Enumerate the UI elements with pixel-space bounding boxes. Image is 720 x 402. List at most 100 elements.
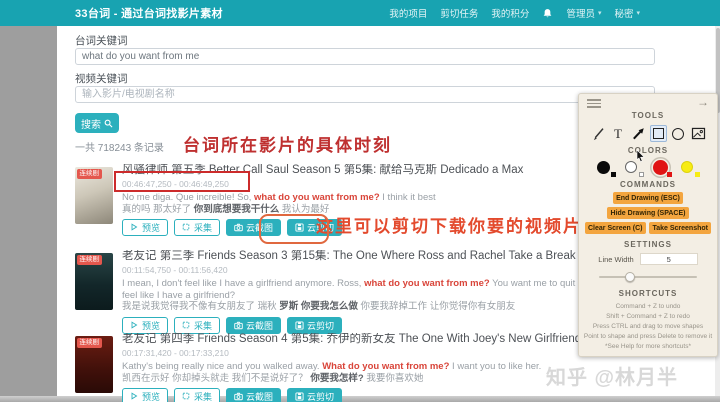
settings-section-title: SETTINGS [623, 240, 672, 249]
video-keyword-label: 视频关键词 [75, 73, 128, 85]
nav-my-points[interactable]: 我的积分 [491, 6, 529, 20]
notifications-button[interactable] [542, 8, 553, 19]
collect-icon [182, 392, 191, 401]
collect-button[interactable]: 采集 [174, 316, 221, 334]
camera-icon [234, 321, 243, 330]
annotation-red-rectangle [114, 171, 250, 192]
app-header: 33台词 - 通过台词找影片素材 我的项目 剪切任务 我的积分 管理员 ▾ 秘密… [0, 0, 720, 26]
header-nav: 我的项目 剪切任务 我的积分 管理员 ▾ 秘密 ▾ [389, 6, 640, 20]
preview-button[interactable]: 预览 [122, 316, 169, 334]
shortcuts-list: Command + Z to undo Shift + Command + Z … [579, 302, 717, 352]
series-badge: 连续剧 [77, 255, 102, 265]
panel-header: → [579, 94, 717, 109]
matched-phrase-cn: 你要我怎样? [310, 372, 364, 384]
matched-phrase-cn: 你到底想要我干什么 [193, 203, 280, 215]
arrow-tool[interactable] [630, 125, 647, 142]
cloud-screenshot-button[interactable]: 云截图 [226, 316, 282, 334]
chevron-down-icon: ▾ [636, 10, 640, 17]
annotation-timecode-note: 台词所在影片的具体时刻 [183, 136, 392, 155]
nav-my-projects[interactable]: 我的项目 [389, 6, 427, 20]
color-red-selected[interactable] [652, 159, 672, 177]
matched-phrase: What do you want from me? [322, 361, 450, 372]
tools-row: T [579, 123, 717, 144]
preview-button[interactable]: 预览 [122, 388, 169, 402]
matched-phrase: what do you want from me? [364, 278, 490, 289]
shortcut-line: *See Help for more shortcuts* [605, 343, 691, 351]
result-row: 连续剧 老友记 第三季 Friends Season 3 第15集: The O… [75, 250, 660, 334]
rectangle-tool[interactable] [649, 125, 667, 142]
color-yellow[interactable] [680, 160, 700, 177]
colors-section-title: COLORS [627, 146, 669, 155]
clip-icon [295, 320, 304, 330]
shortcut-line: Command + Z to undo [615, 303, 681, 310]
secret-label: 秘密 [614, 9, 634, 20]
mouse-cursor-icon [636, 149, 645, 163]
clear-screen-button[interactable]: Clear Screen (C) [584, 222, 646, 234]
shortcuts-section-title: SHORTCUTS [618, 289, 678, 298]
color-black[interactable] [596, 160, 616, 177]
nav-admin-menu[interactable]: 管理员 ▾ [566, 6, 601, 20]
bell-icon [542, 8, 553, 19]
shortcut-line: Point to shape and press Delete to remov… [583, 333, 713, 341]
take-screenshot-button[interactable]: Take Screenshot [648, 222, 712, 234]
search-button-label: 搜索 [81, 119, 101, 131]
preview-button[interactable]: 预览 [122, 219, 169, 236]
pen-tool[interactable] [590, 125, 607, 142]
camera-icon [234, 223, 243, 232]
app-title[interactable]: 33台词 - 通过台词找影片素材 [75, 5, 223, 21]
end-drawing-button[interactable]: End Drawing (ESC) [612, 192, 684, 204]
collect-icon [182, 321, 191, 330]
collect-button[interactable]: 采集 [174, 219, 221, 236]
line-width-row: Line Width 5 [579, 253, 717, 265]
shortcut-line: Shift + Command + Z to redo [606, 313, 690, 321]
chevron-down-icon: ▾ [597, 10, 602, 17]
play-icon [130, 320, 139, 330]
matched-phrase-cn: 罗斯 你要我怎么做 [279, 301, 358, 312]
cloud-clip-button[interactable]: 云剪切 [287, 388, 343, 402]
collect-button[interactable]: 采集 [174, 388, 221, 402]
poster-thumbnail[interactable]: 连续剧 [75, 253, 113, 310]
line-width-slider[interactable] [599, 272, 697, 282]
dialog-keyword-label: 台词关键词 [75, 35, 128, 47]
clip-icon [295, 392, 304, 401]
commands-grid: End Drawing (ESC) Hide Drawing (SPACE) C… [579, 189, 717, 234]
drawing-tool-panel: → TOOLS T COLORS COMMANDS End Drawing (E… [578, 93, 718, 357]
search-icon [104, 119, 113, 128]
series-badge: 连续剧 [77, 169, 102, 179]
text-tool[interactable]: T [610, 125, 627, 142]
video-keyword-input[interactable] [75, 86, 655, 103]
color-white[interactable] [624, 160, 644, 177]
play-icon [130, 223, 139, 232]
collapse-arrow-icon[interactable]: → [697, 95, 709, 109]
line-width-value[interactable]: 5 [639, 253, 698, 265]
collect-icon [182, 223, 191, 232]
zhihu-watermark: 知乎 @林月半 [546, 367, 679, 389]
tools-section-title: TOOLS [631, 111, 665, 120]
nav-secret-menu[interactable]: 秘密 ▾ [614, 6, 640, 20]
play-icon [130, 392, 139, 401]
menu-icon[interactable] [587, 99, 601, 110]
dialog-keyword-input[interactable] [75, 48, 655, 65]
result-actions: 预览 采集 云截图 云剪切 [122, 388, 660, 402]
nav-clip-tasks[interactable]: 剪切任务 [440, 6, 478, 20]
cloud-clip-button[interactable]: 云剪切 [287, 316, 343, 334]
line-width-label: Line Width [598, 254, 634, 264]
cloud-screenshot-button[interactable]: 云截图 [226, 388, 282, 402]
slider-thumb[interactable] [625, 272, 635, 282]
search-button[interactable]: 搜索 [75, 113, 119, 133]
camera-icon [234, 392, 243, 401]
screenshot-stage: 33台词 - 通过台词找影片素材 我的项目 剪切任务 我的积分 管理员 ▾ 秘密… [0, 0, 720, 402]
poster-thumbnail[interactable]: 连续剧 [75, 167, 113, 224]
results-count: 一共 718243 条记录 [75, 143, 164, 154]
matched-phrase: what do you want from me? [254, 192, 380, 203]
annotation-orange-rectangle [259, 214, 329, 244]
colors-row [579, 149, 717, 178]
ellipse-tool[interactable] [670, 125, 687, 142]
hide-drawing-button[interactable]: Hide Drawing (SPACE) [607, 207, 689, 219]
poster-thumbnail[interactable]: 连续剧 [75, 336, 113, 393]
slider-track [599, 276, 697, 278]
image-tool[interactable] [690, 125, 707, 142]
annotation-clip-note: 这里可以剪切下载你要的视频片段 [316, 217, 601, 236]
commands-section-title: COMMANDS [620, 180, 676, 189]
admin-label: 管理员 [566, 9, 595, 20]
